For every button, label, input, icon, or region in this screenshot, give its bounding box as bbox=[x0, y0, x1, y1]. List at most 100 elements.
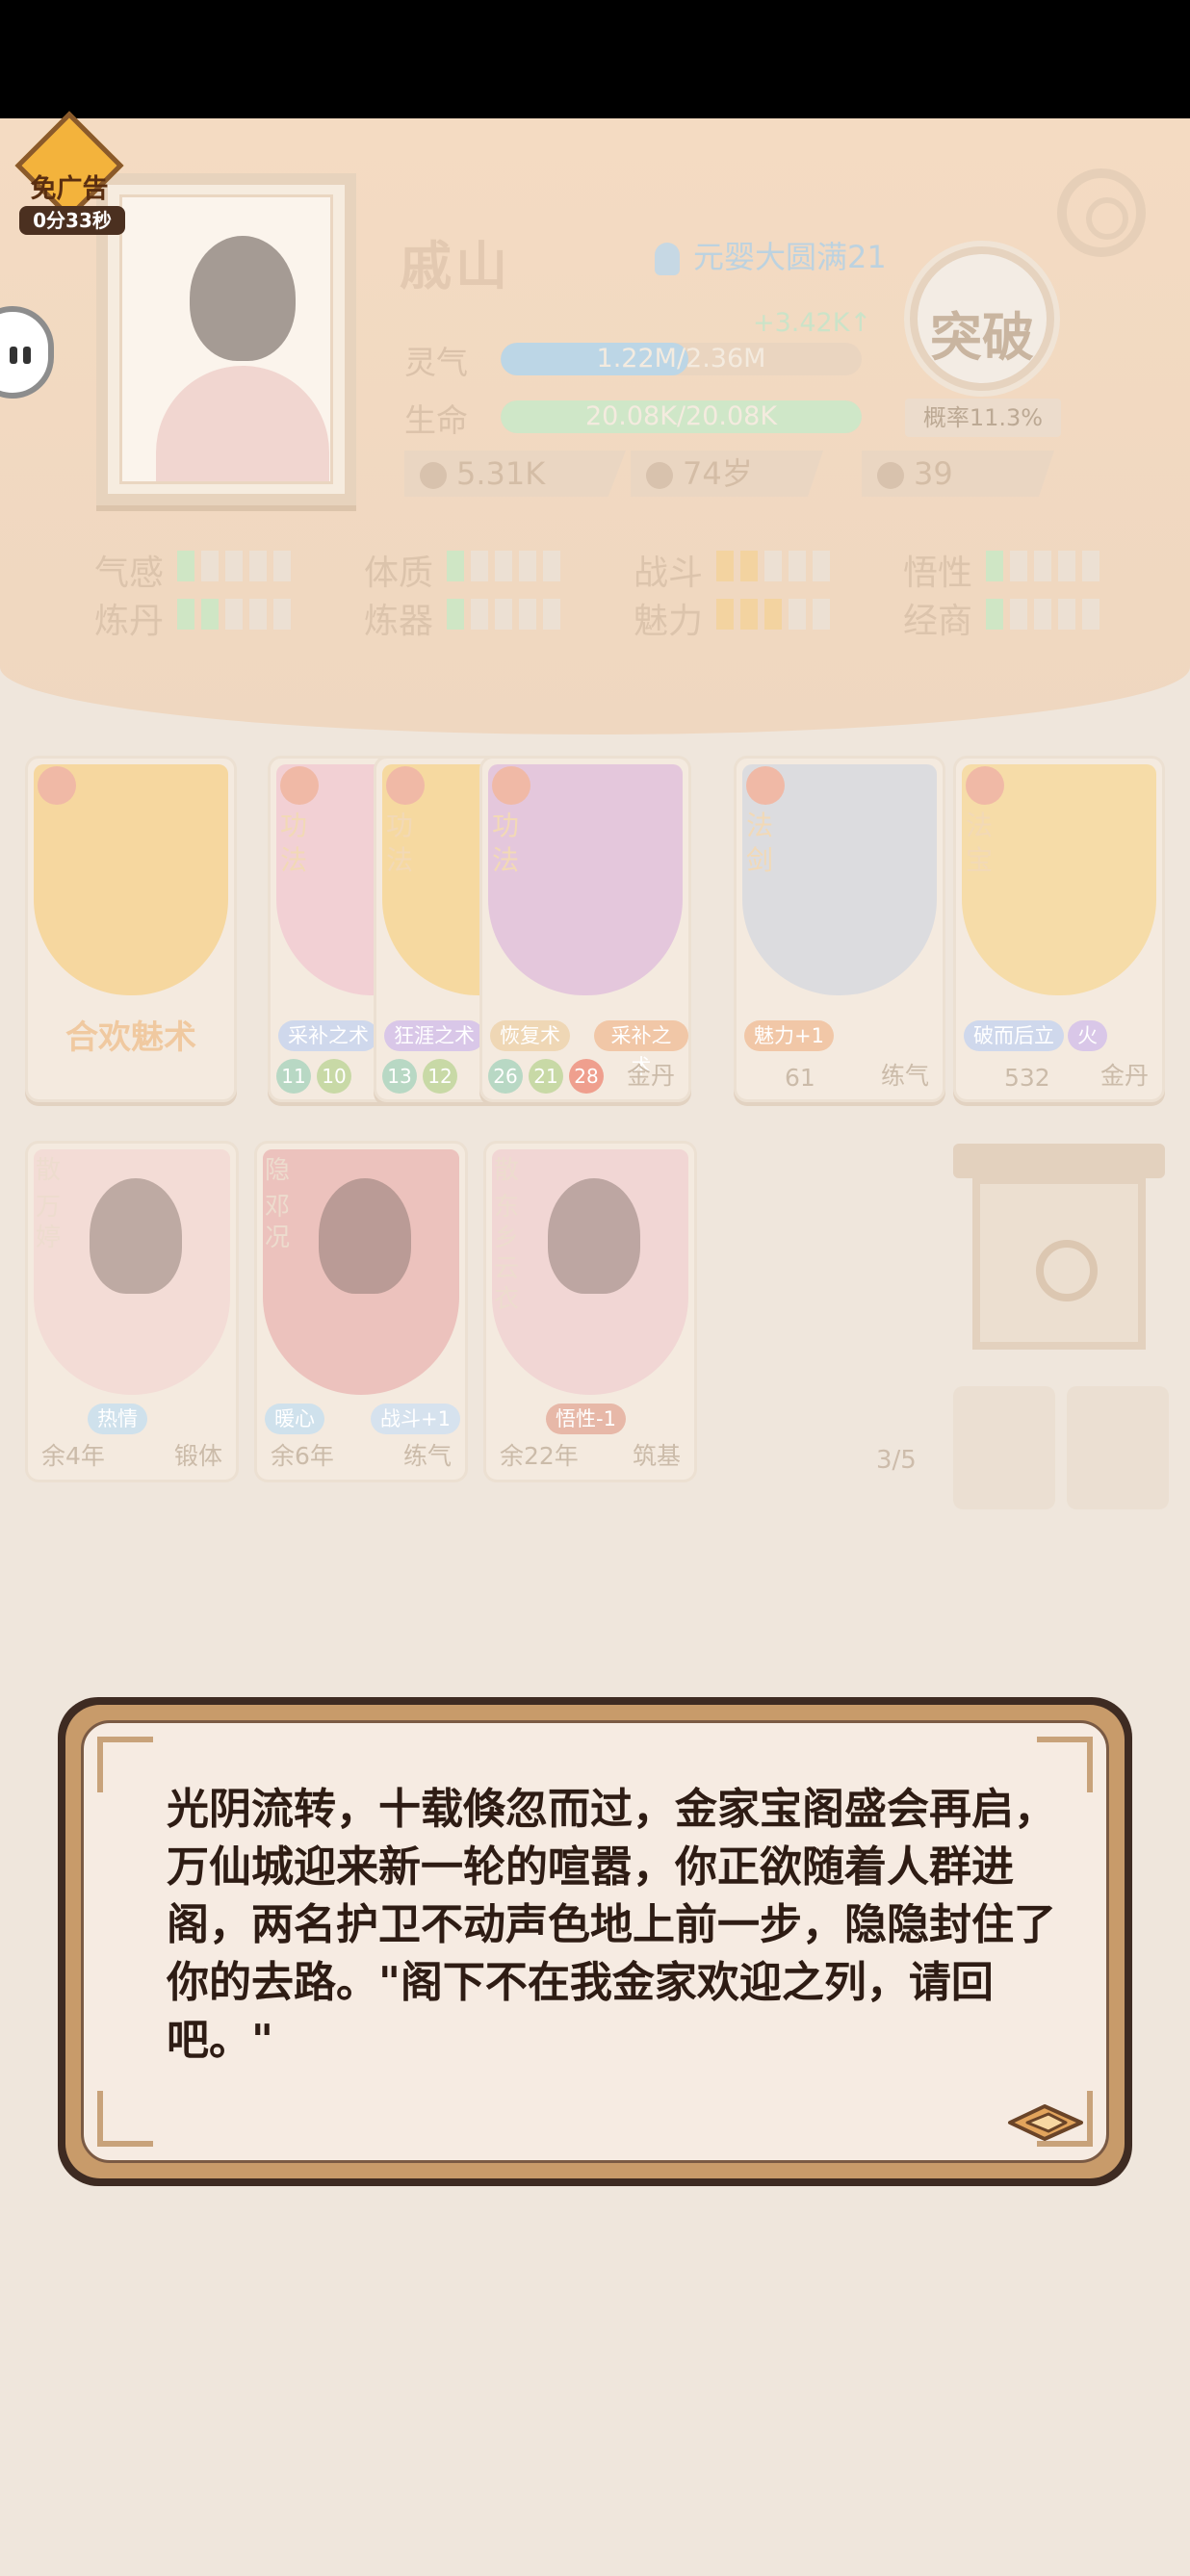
companion-name: 万婷 bbox=[36, 1193, 62, 1252]
attribute-label: 炼器 bbox=[364, 602, 434, 641]
status-bar bbox=[0, 0, 1190, 118]
qi-label: 灵气 bbox=[404, 344, 468, 381]
skill-card[interactable]: 法剑 魅力+1 61 练气 bbox=[734, 756, 945, 1102]
qi-bar: 1.22M/2.36M bbox=[501, 343, 862, 375]
skill-card[interactable]: 合欢魅术 bbox=[25, 756, 237, 1102]
level-pip bbox=[447, 551, 464, 581]
attribute-label: 悟性 bbox=[903, 554, 973, 593]
card-realm: 金丹 bbox=[1099, 1062, 1149, 1090]
skill-card[interactable]: 法宝 破而后立火 532 金丹 bbox=[953, 756, 1165, 1102]
skill-tag: 魅力+1 bbox=[744, 1020, 834, 1051]
level-pip bbox=[789, 599, 806, 630]
level-pip bbox=[1034, 599, 1051, 630]
level-pip bbox=[1034, 551, 1051, 581]
companion-card[interactable]: 散万婷 热情 余4年 锻体 bbox=[25, 1141, 239, 1482]
skill-tag: 采补之术 bbox=[594, 1020, 688, 1078]
skill-stat-dot: 28 bbox=[569, 1059, 604, 1094]
attribute-label: 战斗 bbox=[634, 554, 704, 593]
card-type: 功法 bbox=[386, 810, 414, 876]
dialog-text: 光阴流转，十载倏忽而过，金家宝阁盛会再启，万仙城迎来新一轮的喧嚣，你正欲随着人群… bbox=[167, 1785, 1056, 2065]
card-type-icon bbox=[746, 766, 785, 805]
next-arrow-icon[interactable] bbox=[1006, 2100, 1085, 2145]
companion-name: 邓况 bbox=[265, 1193, 291, 1252]
level-pip bbox=[764, 551, 782, 581]
level-pip bbox=[471, 599, 488, 630]
portrait-hair bbox=[190, 236, 296, 361]
qi-gain: +3.42K↑ bbox=[753, 308, 872, 338]
level-pip bbox=[1058, 599, 1075, 630]
card-title: 合欢魅术 bbox=[65, 1018, 196, 1057]
age-value: 74岁 bbox=[683, 455, 753, 492]
breakthrough-label: 突破 bbox=[930, 306, 1034, 368]
pavilion-roof bbox=[953, 1144, 1165, 1178]
level-pip bbox=[543, 551, 560, 581]
card-type-icon bbox=[966, 766, 1004, 805]
companion-trait: 热情 bbox=[88, 1404, 147, 1434]
pause-icon bbox=[23, 347, 31, 364]
character-portrait[interactable] bbox=[96, 173, 356, 505]
companion-count: 3/5 bbox=[876, 1446, 917, 1475]
skill-card[interactable]: 功法 恢复术 采补之术 26 21 28 金丹 bbox=[479, 756, 691, 1102]
breakthrough-rate: 概率11.3% bbox=[905, 399, 1061, 437]
level-pip bbox=[177, 599, 194, 630]
companion-realm: 练气 bbox=[402, 1442, 452, 1470]
combat-power: 5.31K bbox=[404, 451, 626, 497]
portrait-robe bbox=[156, 366, 329, 481]
skill-stat-dot: 13 bbox=[382, 1059, 417, 1094]
level-pip bbox=[740, 599, 758, 630]
hp-value: 20.08K/20.08K bbox=[584, 401, 778, 431]
realm-text: 元婴大圆满21 bbox=[693, 239, 887, 275]
level-pip bbox=[1058, 551, 1075, 581]
skull-icon bbox=[877, 462, 904, 489]
attribute-label: 气感 bbox=[94, 554, 165, 593]
level-pip bbox=[1082, 551, 1099, 581]
skill-tag: 狂涯之术 bbox=[384, 1020, 484, 1051]
skill-tag: 采补之术 bbox=[278, 1020, 378, 1051]
treasure-pavilion-button[interactable] bbox=[953, 1144, 1165, 1365]
companion-lifespan: 余4年 bbox=[41, 1442, 105, 1470]
breakthrough-button[interactable]: 突破 bbox=[910, 246, 1054, 391]
qi-value: 1.22M/2.36M bbox=[596, 344, 766, 374]
level-pip bbox=[1082, 599, 1099, 630]
level-pip bbox=[201, 599, 219, 630]
companion-trait: 暖心 bbox=[265, 1404, 324, 1434]
settings-gear-icon[interactable] bbox=[1057, 168, 1146, 257]
remove-ads-button[interactable]: 免广告 0分33秒 bbox=[12, 111, 127, 241]
companion-card[interactable]: 隐邓况 暖心 战斗+1 余6年 练气 bbox=[254, 1141, 468, 1482]
companion-type: 隐 bbox=[265, 1156, 291, 1185]
card-type: 功法 bbox=[492, 810, 520, 876]
scroll-button[interactable] bbox=[1067, 1386, 1169, 1509]
level-pip bbox=[225, 599, 243, 630]
ad-timer: 0分33秒 bbox=[19, 206, 125, 235]
card-power: 532 bbox=[1004, 1064, 1050, 1092]
attribute-label: 炼丹 bbox=[94, 602, 165, 641]
corner-ornament bbox=[97, 2091, 153, 2147]
level-pip bbox=[225, 551, 243, 581]
pause-icon bbox=[10, 347, 17, 364]
companion-card[interactable]: 散东乡云衣 悟性-1 余22年 筑基 bbox=[483, 1141, 697, 1482]
card-realm: 练气 bbox=[880, 1062, 929, 1090]
level-pip bbox=[813, 599, 830, 630]
story-dialog[interactable]: 光阴流转，十载倏忽而过，金家宝阁盛会再启，万仙城迎来新一轮的喧嚣，你正欲随着人群… bbox=[58, 1697, 1132, 2186]
skill-stat-dot: 26 bbox=[488, 1059, 523, 1094]
level-pip bbox=[447, 599, 464, 630]
card-type-icon bbox=[280, 766, 319, 805]
corner-ornament bbox=[97, 1737, 153, 1792]
card-type-icon bbox=[492, 766, 530, 805]
storage-box-button[interactable] bbox=[953, 1386, 1055, 1509]
card-type: 法宝 bbox=[966, 810, 994, 876]
skill-tag: 破而后立 bbox=[964, 1020, 1064, 1051]
level-pip bbox=[1010, 599, 1027, 630]
kill-count: 39 bbox=[862, 451, 1054, 497]
companion-portrait bbox=[263, 1149, 459, 1395]
companion-realm: 锻体 bbox=[173, 1442, 222, 1470]
level-pip bbox=[716, 551, 734, 581]
level-pip bbox=[813, 551, 830, 581]
skill-stat-dot: 10 bbox=[317, 1059, 351, 1094]
level-pip bbox=[1010, 551, 1027, 581]
level-pip bbox=[740, 551, 758, 581]
level-pip bbox=[543, 599, 560, 630]
coin-icon bbox=[1036, 1240, 1098, 1301]
level-pip bbox=[519, 599, 536, 630]
companion-hair bbox=[319, 1178, 411, 1294]
